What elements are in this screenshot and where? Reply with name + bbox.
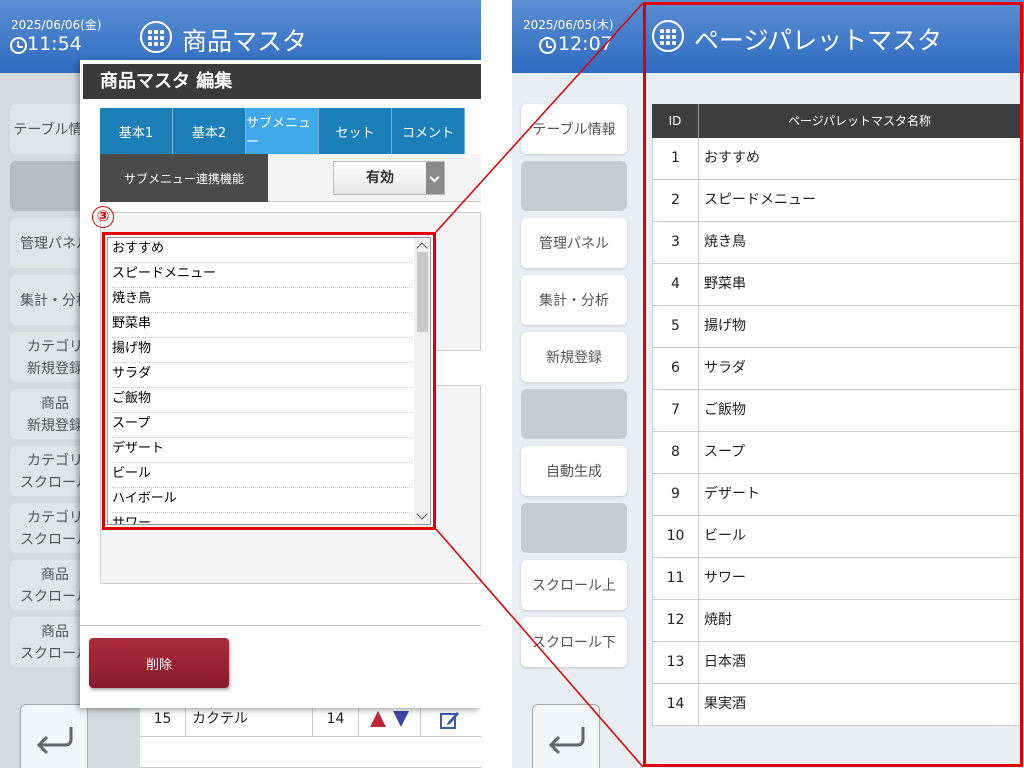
- connector-lines: [435, 2, 644, 768]
